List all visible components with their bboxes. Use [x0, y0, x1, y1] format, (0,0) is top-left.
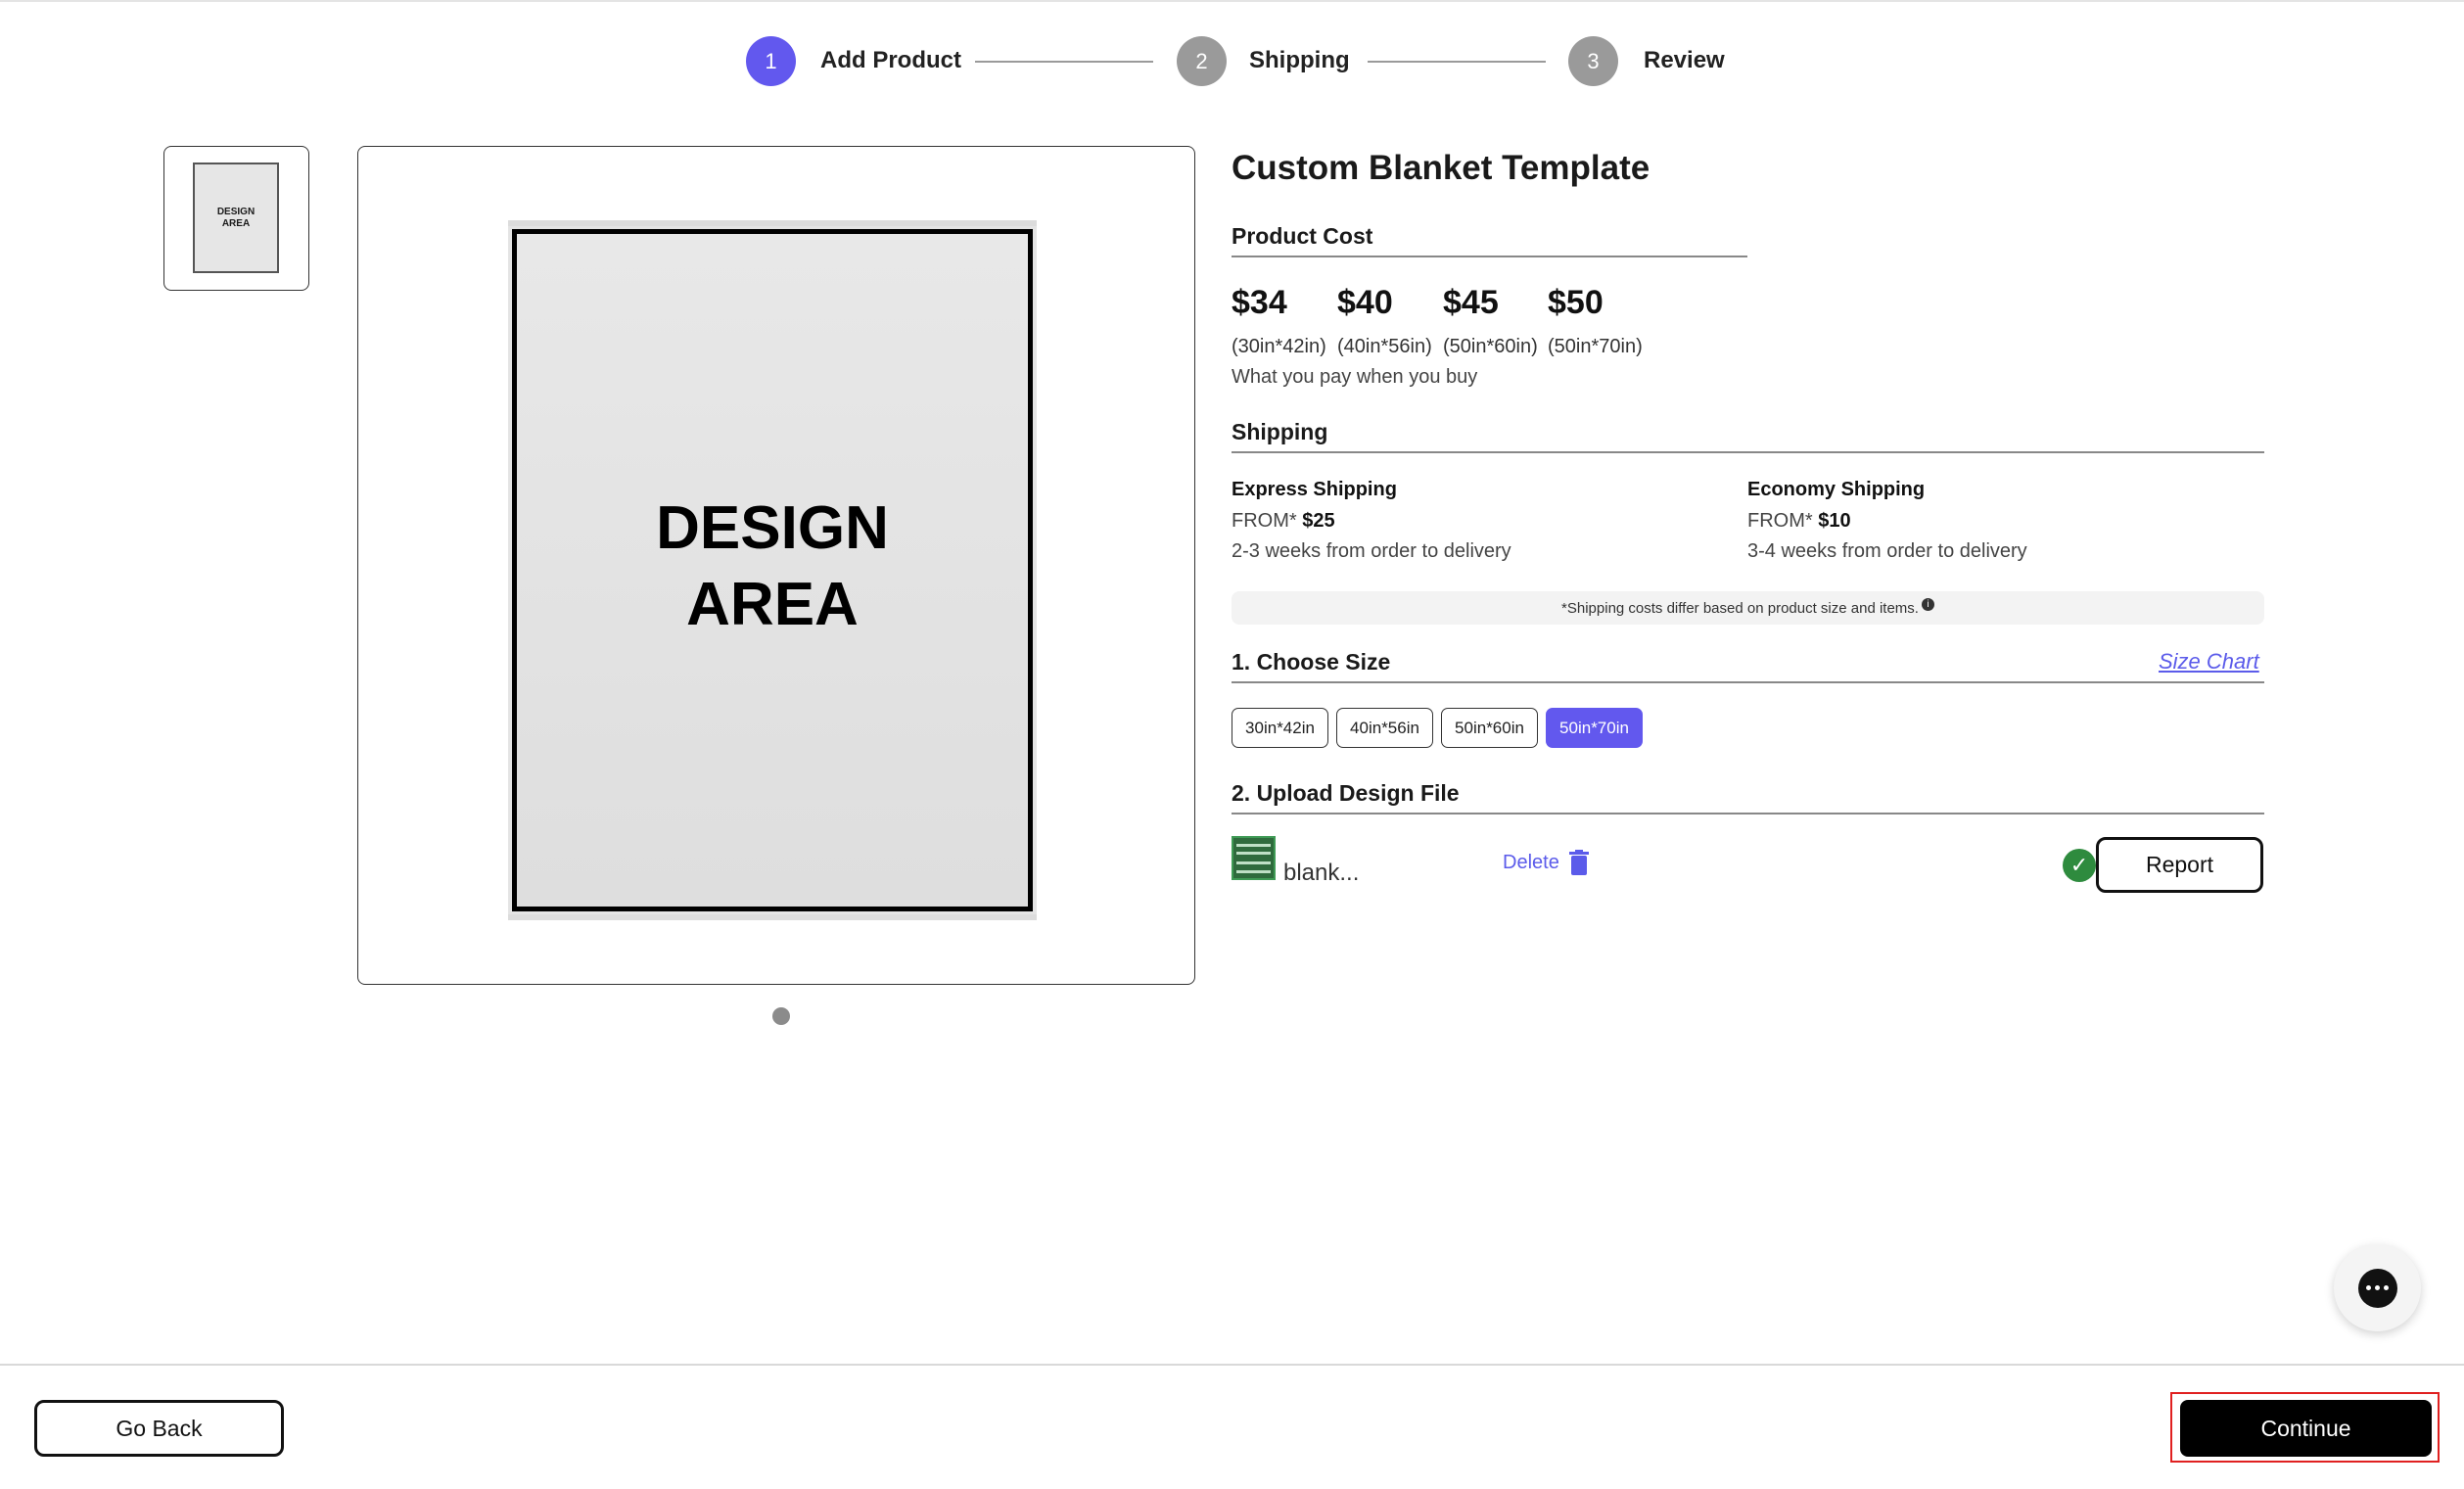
shipping-note-text: *Shipping costs differ based on product … [1561, 599, 1919, 617]
price-note: What you pay when you buy [1232, 366, 1478, 388]
shipping-eta: 2-3 weeks from order to delivery [1232, 540, 1511, 562]
size-option-40x56[interactable]: 40in*56in [1336, 708, 1433, 748]
step-connector [975, 61, 1153, 63]
product-cost-heading: Product Cost [1232, 223, 1373, 249]
product-title: Custom Blanket Template [1232, 149, 1650, 187]
delete-label: Delete [1503, 851, 1559, 873]
step-2-label[interactable]: Shipping [1249, 47, 1350, 74]
size-option-50x60[interactable]: 50in*60in [1441, 708, 1538, 748]
price-value: $40 [1337, 284, 1393, 321]
section-divider [1232, 813, 2264, 814]
shipping-option-title: Economy Shipping [1747, 479, 1926, 500]
continue-button[interactable]: Continue [2180, 1400, 2432, 1457]
step-3-badge[interactable]: 3 [1568, 36, 1618, 86]
product-preview: DESIGN AREA [357, 146, 1195, 985]
choose-size-heading: 1. Choose Size [1232, 649, 1391, 675]
design-area-label: DESIGN AREA [508, 490, 1037, 643]
price-size: (50in*70in) [1548, 336, 1643, 357]
shipping-eta: 3-4 weeks from order to delivery [1747, 540, 2027, 562]
price-value: $34 [1232, 284, 1287, 321]
design-area-text-line-2: AREA [686, 571, 859, 638]
from-label: FROM* [1747, 510, 1813, 532]
price-size: (40in*56in) [1337, 336, 1432, 357]
design-area-text-line-1: DESIGN [656, 494, 889, 562]
footer-divider [0, 1364, 2464, 1366]
thumbnail-image: DESIGN AREA [193, 163, 279, 273]
shipping-note: *Shipping costs differ based on product … [1232, 591, 2264, 625]
upload-heading: 2. Upload Design File [1232, 780, 1460, 806]
chat-widget-button[interactable] [2334, 1244, 2421, 1331]
thumbnail-text-line-1: DESIGN [216, 206, 256, 217]
delete-file-button[interactable]: Delete [1503, 850, 1589, 875]
report-button[interactable]: Report [2096, 837, 2263, 893]
shipping-option-price-line: FROM* $10 [1747, 510, 1851, 533]
from-label: FROM* [1232, 510, 1297, 532]
shipping-option-title: Express Shipping [1232, 479, 1397, 500]
shipping-price: $25 [1302, 510, 1335, 532]
product-thumbnail[interactable]: DESIGN AREA [163, 146, 309, 291]
thumbnail-text-line-2: AREA [221, 217, 251, 229]
section-divider [1232, 451, 2264, 453]
uploaded-file-thumbnail [1232, 836, 1276, 880]
step-1-label[interactable]: Add Product [820, 47, 961, 74]
step-connector [1368, 61, 1546, 63]
design-area-image: DESIGN AREA [508, 220, 1037, 920]
chat-icon [2357, 1268, 2397, 1308]
step-3-label[interactable]: Review [1644, 47, 1725, 74]
shipping-price: $10 [1818, 510, 1851, 532]
uploaded-file-name: blank... [1283, 860, 1360, 886]
carousel-dot[interactable] [772, 1007, 790, 1025]
size-option-30x42[interactable]: 30in*42in [1232, 708, 1328, 748]
section-divider [1232, 681, 2264, 683]
price-value: $45 [1443, 284, 1499, 321]
shipping-heading: Shipping [1232, 419, 1328, 444]
trash-icon [1568, 850, 1589, 875]
step-1-badge[interactable]: 1 [746, 36, 796, 86]
go-back-button[interactable]: Go Back [34, 1400, 284, 1457]
size-chart-link[interactable]: Size Chart [2159, 649, 2259, 675]
size-option-50x70[interactable]: 50in*70in [1546, 708, 1643, 748]
shipping-option-price-line: FROM* $25 [1232, 510, 1335, 533]
step-2-badge[interactable]: 2 [1177, 36, 1227, 86]
info-icon[interactable]: i [1921, 597, 1934, 611]
top-divider [0, 0, 2464, 2]
check-icon: ✓ [2063, 849, 2096, 882]
section-divider [1232, 256, 1747, 257]
price-size: (50in*60in) [1443, 336, 1538, 357]
price-value: $50 [1548, 284, 1604, 321]
price-size: (30in*42in) [1232, 336, 1326, 357]
